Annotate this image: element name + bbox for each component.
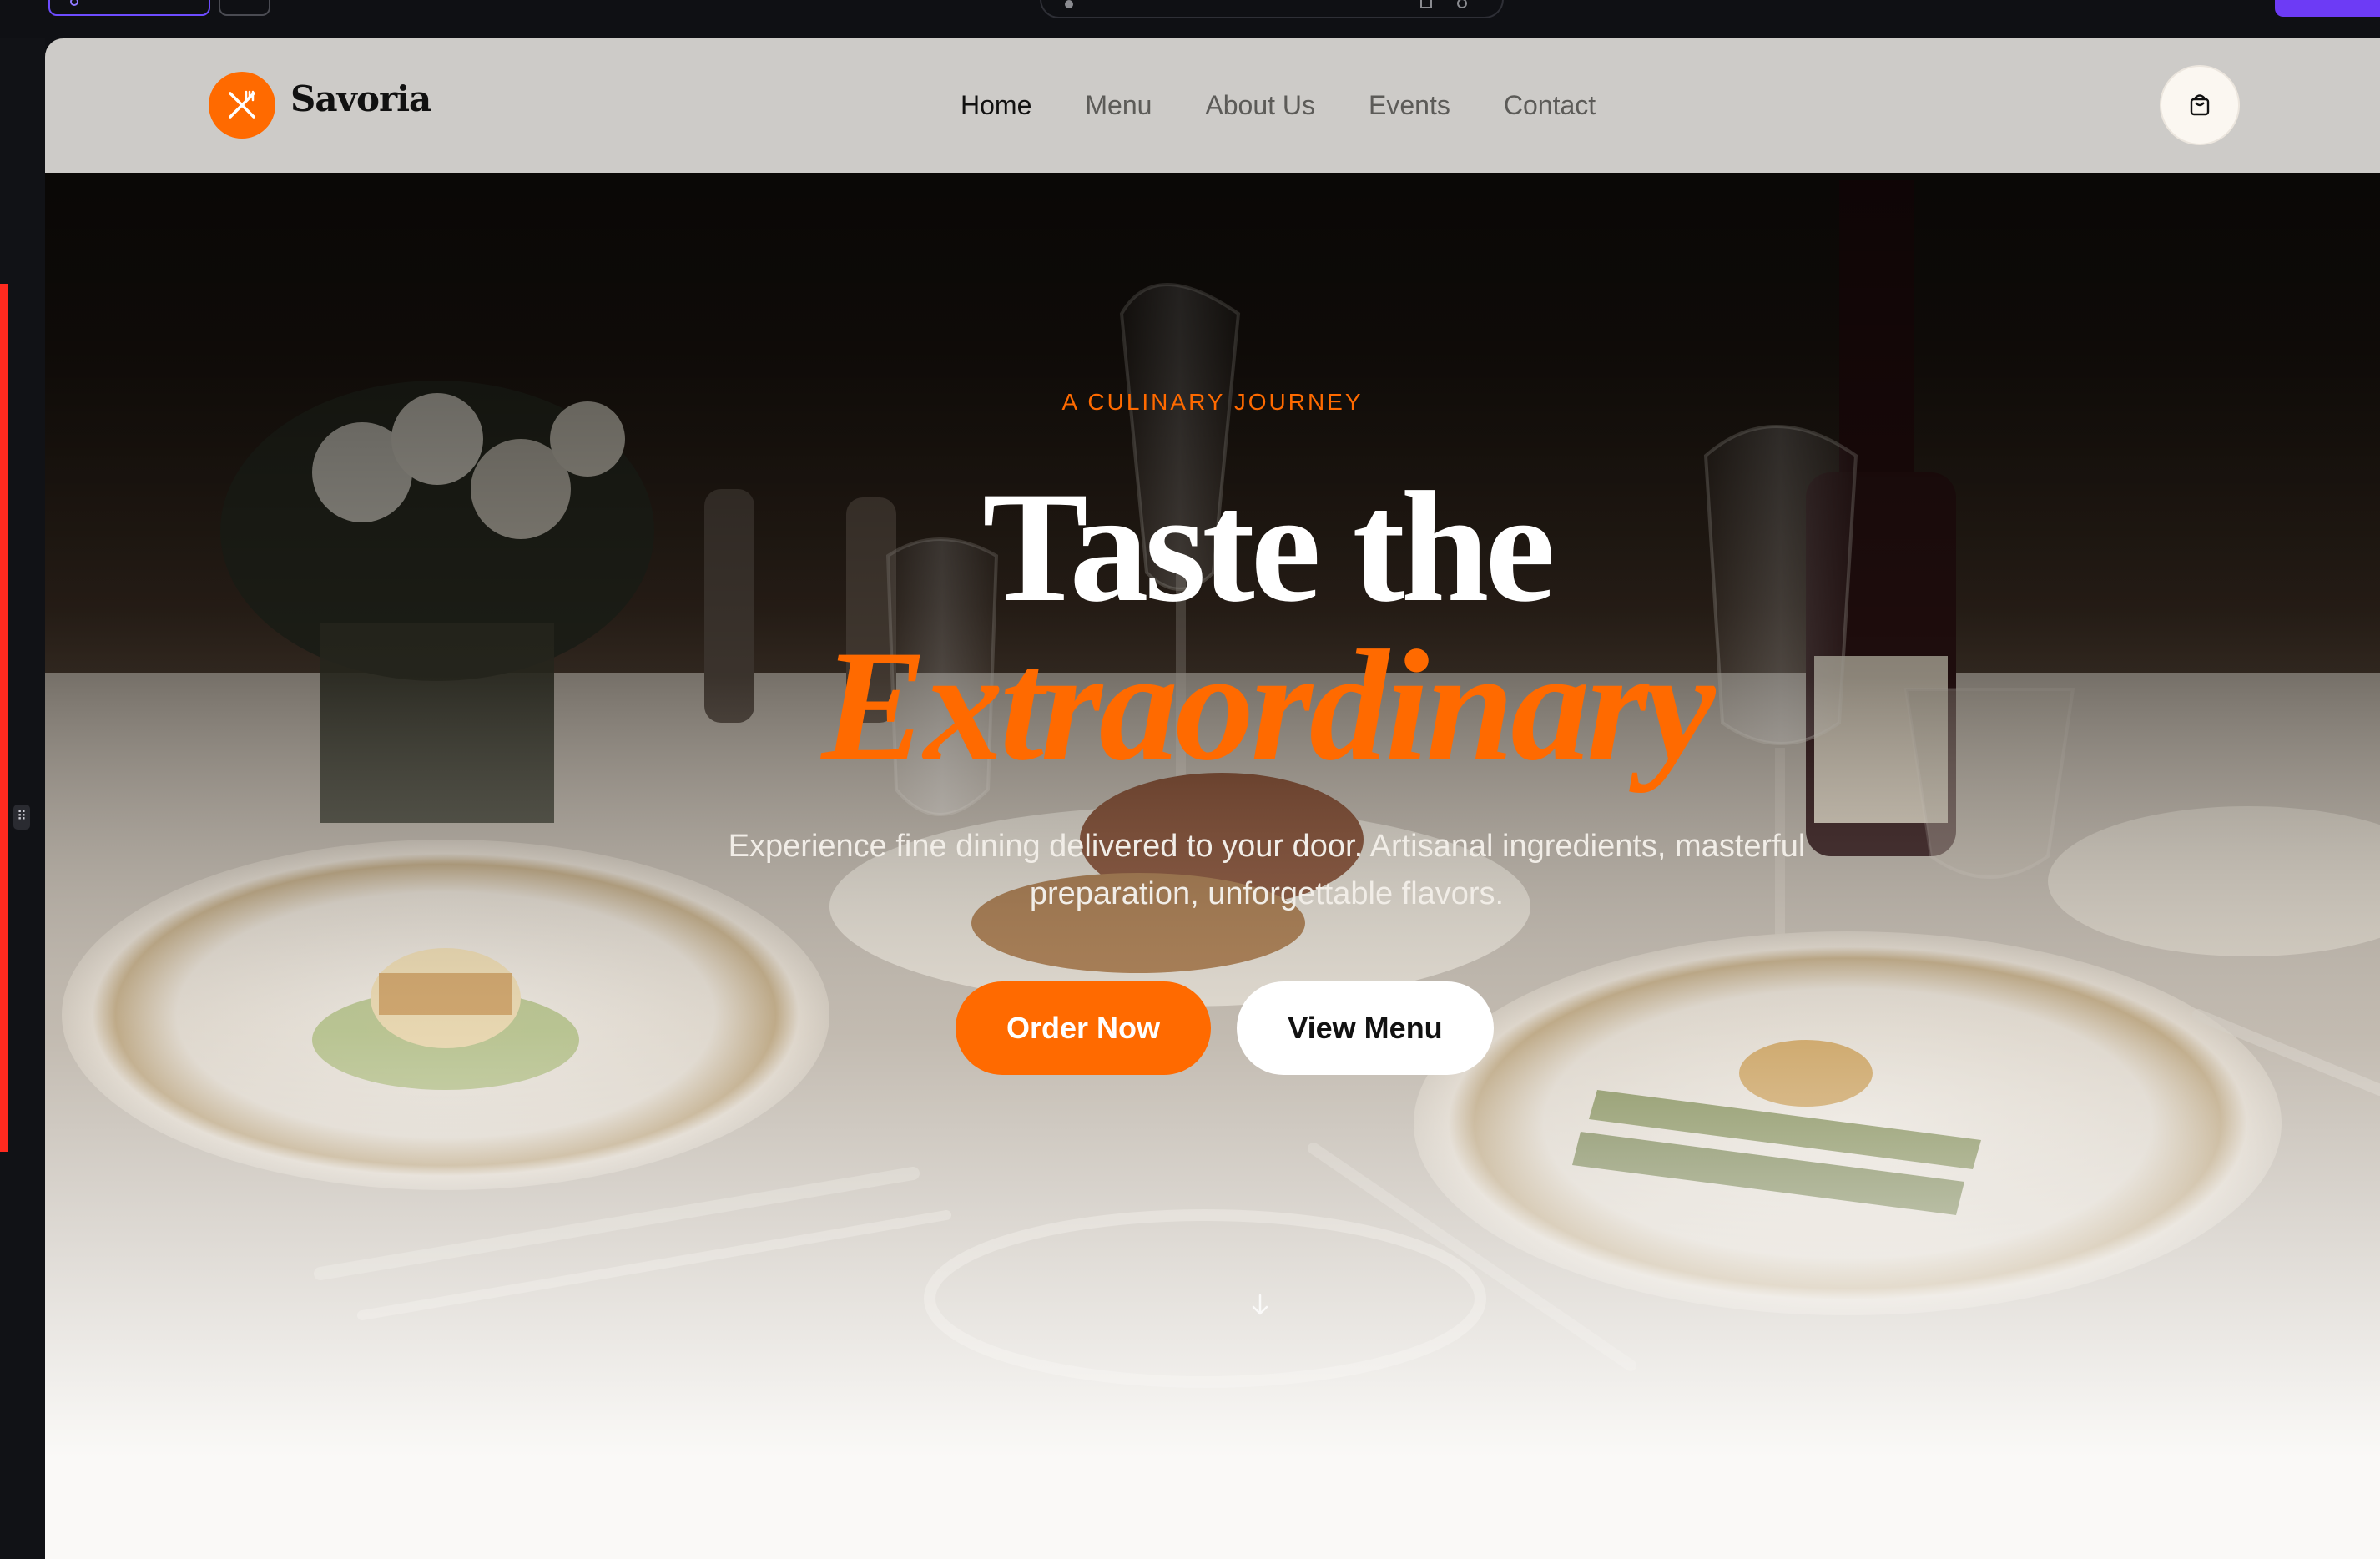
cart-button[interactable]	[2160, 65, 2240, 145]
logo-icon[interactable]	[209, 72, 275, 139]
toolbar-secondary-button[interactable]	[219, 0, 270, 16]
editor-toolbar	[0, 0, 2380, 38]
drag-handle-icon[interactable]: ⠿	[13, 805, 30, 830]
arrow-down-icon[interactable]	[1243, 1289, 1277, 1322]
circle-icon	[70, 0, 78, 6]
toolbar-button[interactable]	[48, 0, 210, 16]
nav-item-home[interactable]: Home	[961, 90, 1031, 121]
view-menu-button[interactable]: View Menu	[1237, 981, 1494, 1075]
utensils-icon	[229, 90, 255, 119]
copy-icon[interactable]	[1420, 0, 1432, 8]
hero-headline-line2: Extraordinary	[821, 618, 1715, 794]
nav-item-menu[interactable]: Menu	[1085, 90, 1152, 121]
order-now-button[interactable]: Order Now	[956, 981, 1211, 1075]
nav-item-contact[interactable]: Contact	[1504, 90, 1596, 121]
selection-indicator	[0, 284, 8, 1152]
hero-eyebrow: A CULINARY JOURNEY	[1061, 389, 1364, 415]
shopping-bag-icon	[2190, 94, 2210, 116]
nav-item-events[interactable]: Events	[1369, 90, 1450, 121]
refresh-icon[interactable]	[1457, 0, 1467, 8]
nav-item-about-us[interactable]: About Us	[1205, 90, 1315, 121]
address-bar[interactable]	[1040, 0, 1504, 18]
nav-links: Home Menu About Us Events Contact	[961, 38, 1596, 173]
site-navbar: Savoria Home Menu About Us Events Contac…	[45, 38, 2380, 173]
hero-headline-line1: Taste the	[982, 460, 1556, 635]
website-preview: A CULINARY JOURNEY Taste the Extraordina…	[45, 38, 2380, 1559]
hero-section: A CULINARY JOURNEY Taste the Extraordina…	[45, 38, 2380, 1457]
publish-button[interactable]	[2275, 0, 2380, 17]
hero-subtitle: Experience fine dining delivered to your…	[728, 829, 1806, 911]
brand-name[interactable]: Savoria	[290, 78, 431, 119]
site-icon	[1065, 0, 1073, 8]
